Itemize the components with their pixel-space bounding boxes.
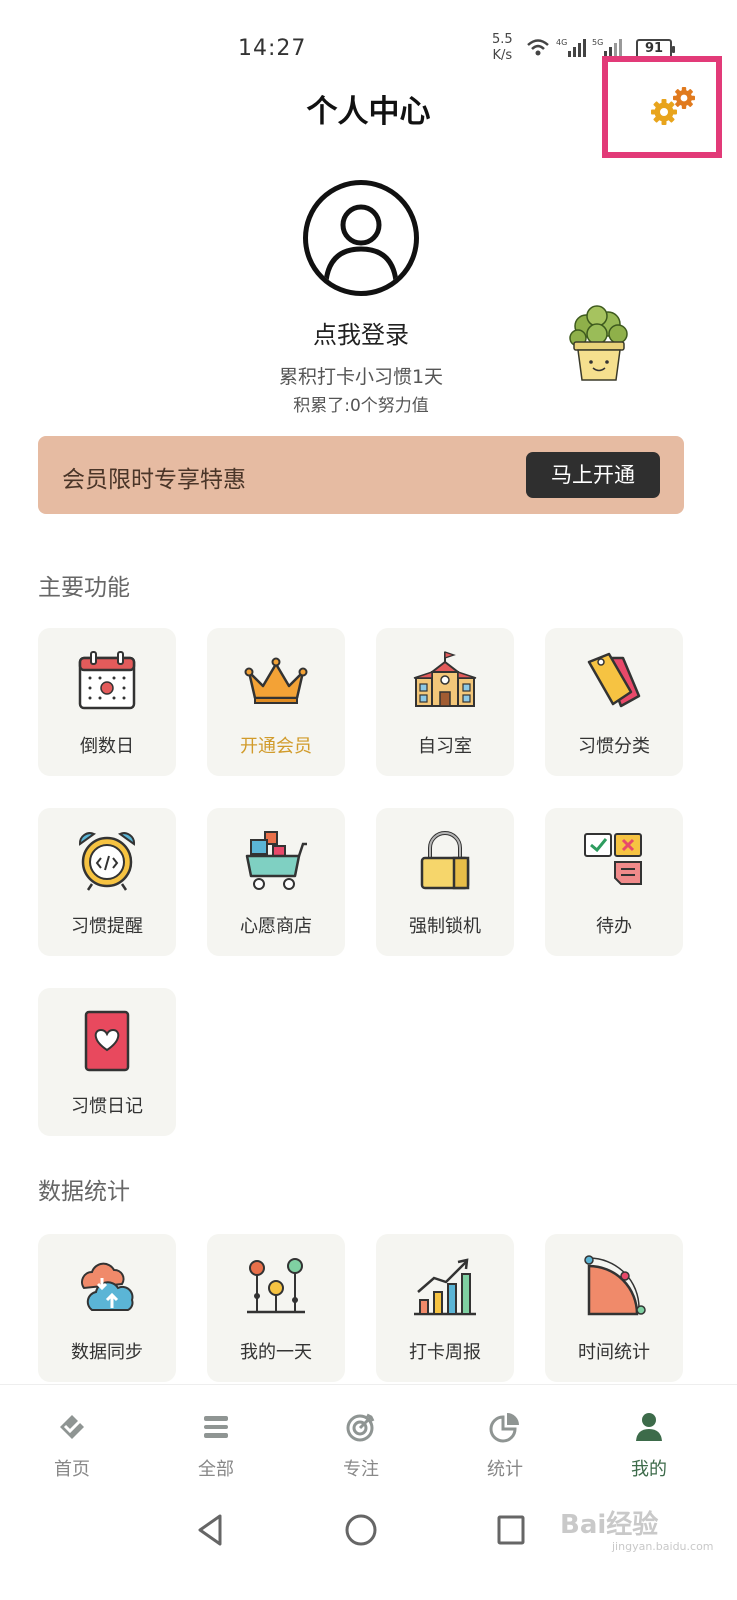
stats-my-day[interactable]: 我的一天 (207, 1234, 345, 1382)
vip-promo-banner[interactable]: 会员限时专享特惠 马上开通 (38, 436, 684, 514)
feature-countdown[interactable]: 倒数日 (38, 628, 176, 776)
todo-notes-icon (584, 833, 642, 885)
growth-chart-icon (414, 1258, 476, 1316)
home-check-icon (60, 1415, 84, 1439)
feature-label: 倒数日 (80, 736, 134, 757)
settings-button[interactable] (602, 56, 722, 158)
pie-segment-icon (584, 1255, 646, 1316)
vip-open-button[interactable]: 马上开通 (526, 452, 660, 498)
watermark-logo: Bai经验 (560, 1510, 659, 1540)
wifi-icon (527, 39, 549, 56)
list-icon (204, 1416, 228, 1438)
nav-label: 我的 (631, 1459, 667, 1480)
section-title-data-stats: 数据统计 (38, 1179, 130, 1205)
timeline-icon (247, 1258, 305, 1314)
signal-4g-icon: 4G (556, 38, 586, 57)
bottom-nav: 首页 全部 专注 统计 我的 (0, 1384, 737, 1492)
vip-promo-text: 会员限时专享特惠 (62, 467, 246, 493)
calendar-icon (78, 651, 136, 710)
watermark-url: jingyan.baidu.com (612, 1540, 714, 1553)
feature-label: 习惯提醒 (71, 916, 143, 937)
stats-time-statistics[interactable]: 时间统计 (545, 1234, 683, 1382)
network-speed-value: 5.5 (492, 32, 513, 47)
feature-habit-diary[interactable]: 习惯日记 (38, 988, 176, 1136)
nav-all[interactable]: 全部 (156, 1385, 276, 1493)
nav-label: 全部 (198, 1459, 234, 1480)
feature-label: 自习室 (418, 736, 472, 757)
back-icon[interactable] (194, 1512, 226, 1548)
school-building-icon (413, 651, 477, 707)
feature-label: 待办 (596, 916, 632, 937)
pie-chart-icon (489, 1413, 519, 1443)
stats-label: 打卡周报 (409, 1342, 481, 1363)
nav-label: 专注 (343, 1459, 379, 1480)
stats-data-sync[interactable]: 数据同步 (38, 1234, 176, 1382)
avatar[interactable] (303, 180, 419, 296)
feature-habit-category[interactable]: 习惯分类 (545, 628, 683, 776)
gears-icon (651, 87, 695, 125)
network-speed-unit: K/s (492, 48, 513, 63)
diary-heart-icon (84, 1010, 130, 1072)
feature-label: 强制锁机 (409, 916, 481, 937)
person-icon (636, 1413, 662, 1441)
feature-label: 习惯分类 (578, 736, 650, 757)
feature-label: 开通会员 (240, 736, 312, 757)
feature-force-lock[interactable]: 强制锁机 (376, 808, 514, 956)
target-icon (346, 1413, 375, 1442)
feature-habit-reminder[interactable]: 习惯提醒 (38, 808, 176, 956)
points-text: 积累了:0个努力值 (293, 396, 429, 416)
feature-label: 心愿商店 (240, 916, 312, 937)
user-avatar-icon (323, 204, 399, 282)
home-icon[interactable] (344, 1512, 378, 1548)
feature-wish-shop[interactable]: 心愿商店 (207, 808, 345, 956)
network-speed: 5.5 K/s (492, 32, 513, 64)
status-time: 14:27 (238, 36, 307, 61)
cloud-sync-icon (81, 1262, 134, 1311)
svg-text:5G: 5G (592, 38, 603, 47)
feature-study-room[interactable]: 自习室 (376, 628, 514, 776)
recents-icon[interactable] (496, 1512, 526, 1548)
shopping-cart-icon (245, 831, 307, 890)
feature-todo[interactable]: 待办 (545, 808, 683, 956)
cactus-mascot-icon (569, 305, 628, 381)
section-title-main-features: 主要功能 (38, 575, 130, 601)
feature-label: 习惯日记 (71, 1096, 143, 1117)
tags-icon (587, 652, 641, 708)
stats-label: 我的一天 (240, 1342, 312, 1363)
feature-vip[interactable]: 开通会员 (207, 628, 345, 776)
crown-icon (244, 657, 308, 704)
nav-home[interactable]: 首页 (12, 1385, 132, 1493)
nav-label: 统计 (487, 1459, 523, 1480)
nav-mine[interactable]: 我的 (589, 1385, 709, 1493)
system-nav-bar: Bai经验 jingyan.baidu.com (0, 1492, 737, 1600)
nav-statistics[interactable]: 统计 (445, 1385, 565, 1493)
nav-focus[interactable]: 专注 (301, 1385, 421, 1493)
svg-text:4G: 4G (556, 38, 567, 47)
alarm-clock-icon (78, 832, 136, 891)
stats-label: 时间统计 (578, 1342, 650, 1363)
padlock-icon (420, 831, 470, 890)
stats-weekly-report[interactable]: 打卡周报 (376, 1234, 514, 1382)
nav-label: 首页 (54, 1459, 90, 1480)
stats-label: 数据同步 (71, 1342, 143, 1363)
